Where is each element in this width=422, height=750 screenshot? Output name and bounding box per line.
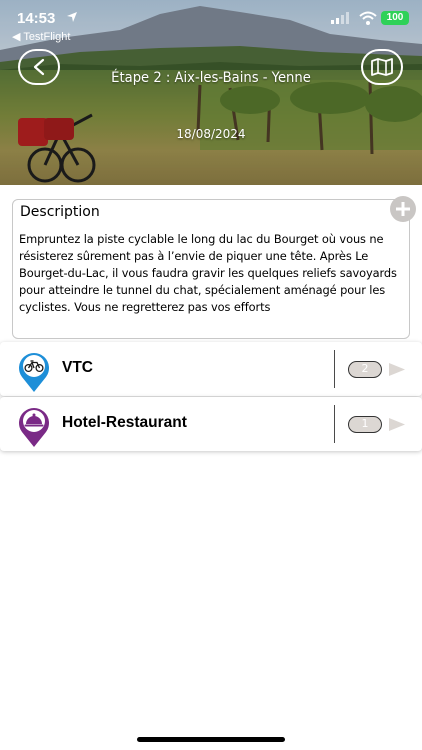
- map-button[interactable]: [361, 49, 403, 85]
- description-text: Empruntez la piste cyclable le long du l…: [19, 232, 397, 314]
- play-arrow-icon[interactable]: [388, 417, 406, 432]
- plus-icon[interactable]: [390, 196, 416, 222]
- location-arrow-icon: [67, 12, 77, 22]
- service-row-hotel-restaurant[interactable]: Hotel-Restaurant 1: [0, 397, 422, 451]
- play-arrow-icon[interactable]: [388, 362, 406, 377]
- back-button[interactable]: [18, 49, 60, 85]
- chevron-left-icon: [33, 58, 45, 76]
- home-indicator: [137, 737, 285, 742]
- service-label: VTC: [62, 359, 93, 376]
- battery-indicator: 100: [381, 11, 409, 25]
- description-title: Description: [20, 204, 100, 220]
- service-count-badge: 1: [348, 416, 382, 433]
- service-label: Hotel-Restaurant: [62, 414, 187, 431]
- status-bar: 14:53 ◀ TestFlight 100: [0, 0, 422, 43]
- stage-title: Étape 2 : Aix-les-Bains - Yenne: [111, 70, 311, 86]
- bicycle-pin-icon: [19, 353, 50, 392]
- cellular-signal-icon: [331, 12, 349, 24]
- row-divider: [334, 350, 335, 388]
- folded-map-icon: [371, 58, 393, 76]
- status-time: 14:53: [17, 10, 56, 27]
- wifi-icon: [359, 11, 377, 25]
- stage-date: 18/08/2024: [176, 127, 246, 141]
- cloche-pin-icon: [19, 408, 50, 447]
- service-row-vtc[interactable]: VTC 2: [0, 342, 422, 396]
- back-to-app-link[interactable]: ◀ TestFlight: [12, 30, 70, 43]
- row-divider: [334, 405, 335, 443]
- service-count-badge: 2: [348, 361, 382, 378]
- description-card: Description Empruntez la piste cyclable …: [12, 199, 410, 339]
